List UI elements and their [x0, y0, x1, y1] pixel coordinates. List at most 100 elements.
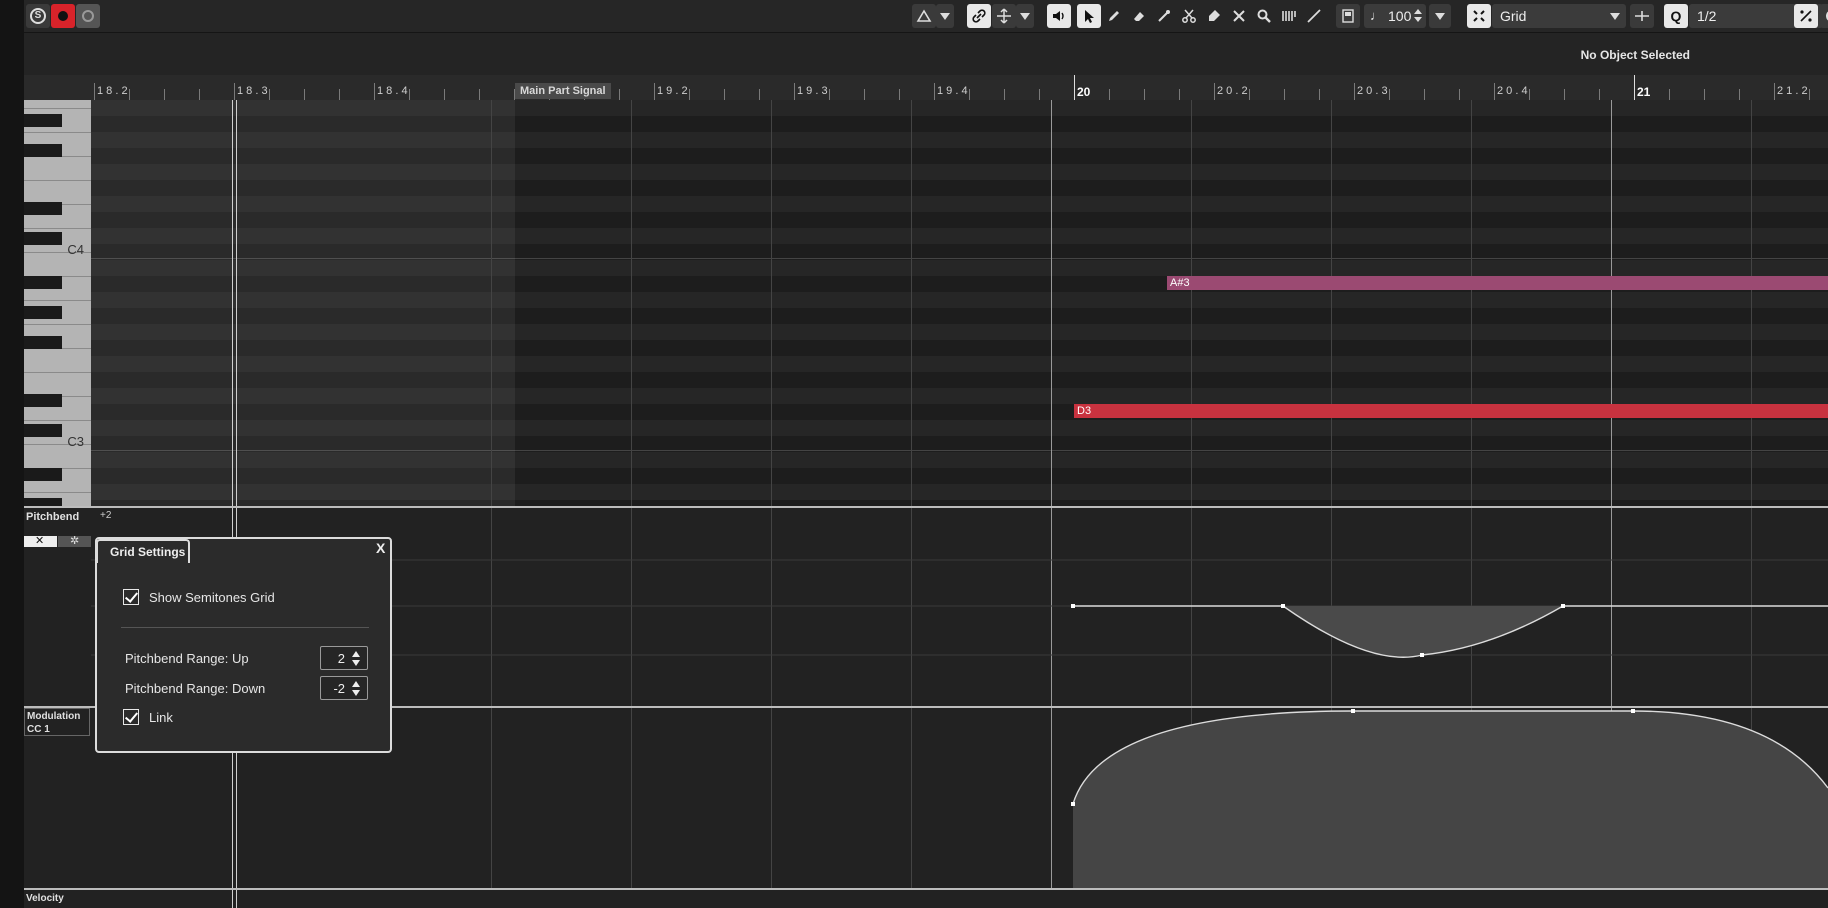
- pitchbend-range-down-stepper[interactable]: -2: [320, 676, 368, 700]
- monitor-icon: [82, 10, 94, 22]
- ruler-major-tick: [1354, 83, 1355, 100]
- note-d3[interactable]: D3: [1074, 404, 1828, 418]
- snap-type-select[interactable]: Grid: [1492, 4, 1626, 28]
- pitchbend-lane-header[interactable]: Pitchbend ✕ ✲: [24, 508, 91, 706]
- move-button[interactable]: [992, 4, 1016, 28]
- velocity-spin-down[interactable]: [1414, 17, 1422, 22]
- black-key[interactable]: [24, 306, 62, 319]
- auto-scroll-button[interactable]: [912, 4, 936, 28]
- ruler-minor-tick: [864, 89, 865, 100]
- note-display[interactable]: A#3 D3: [91, 100, 1828, 506]
- link-button[interactable]: [967, 4, 991, 28]
- ruler-minor-tick: [1739, 89, 1740, 100]
- ruler[interactable]: 1 8 . 2 1 8 . 3 1 8 . 4 1 9 . 2 1 9 . 3 1 9 .…: [24, 75, 1828, 101]
- trim-tool[interactable]: [1152, 4, 1176, 28]
- piano-keyboard[interactable]: C4 C3: [24, 100, 91, 506]
- black-key[interactable]: [24, 276, 62, 289]
- octave-label-c4: C4: [67, 242, 84, 257]
- beat-line: [1611, 100, 1612, 506]
- ruler-tick-label: 2 0 . 4: [1497, 85, 1528, 97]
- solo-button[interactable]: S: [26, 4, 50, 28]
- ruler-minor-tick: [479, 89, 480, 100]
- link-checkbox[interactable]: [123, 709, 139, 725]
- erase-tool[interactable]: [1127, 4, 1151, 28]
- stepper-down-icon[interactable]: [352, 660, 360, 666]
- ruler-major-tick: [1774, 83, 1775, 100]
- ruler-tick-label: 1 8 . 3: [237, 85, 268, 97]
- glue-tool[interactable]: [1202, 4, 1226, 28]
- ruler-major-tick: [1214, 83, 1215, 100]
- black-key[interactable]: [24, 394, 62, 407]
- velocity-lane[interactable]: [91, 890, 1828, 908]
- black-key[interactable]: [24, 202, 62, 215]
- velocity-lane-name: Velocity: [26, 893, 64, 904]
- snap-toggle[interactable]: [1467, 4, 1491, 28]
- black-key[interactable]: [24, 232, 62, 245]
- fraction-icon: [1800, 10, 1812, 22]
- move-dropdown[interactable]: [1016, 4, 1034, 28]
- acoustic-feedback-button[interactable]: [1047, 4, 1071, 28]
- stepper-down-icon[interactable]: [352, 690, 360, 696]
- velocity-spin-up[interactable]: [1414, 9, 1422, 14]
- draw-tool[interactable]: [1102, 4, 1126, 28]
- zoom-tool[interactable]: [1252, 4, 1276, 28]
- info-line: No Object Selected: [24, 33, 1828, 75]
- eraser-icon: [1134, 12, 1144, 21]
- black-key[interactable]: [24, 424, 62, 437]
- quantize-settings-button[interactable]: [1820, 4, 1828, 28]
- grid-settings-dialog: Show Semitones Grid Pitchbend Range: Up …: [95, 537, 392, 753]
- modulation-lane-header[interactable]: Modulation CC 1: [24, 708, 91, 888]
- object-selection-tool[interactable]: [1077, 4, 1101, 28]
- mute-tool[interactable]: [1227, 4, 1251, 28]
- auto-scroll-dropdown[interactable]: [936, 4, 954, 28]
- record-button[interactable]: [51, 4, 75, 28]
- show-part-borders-button[interactable]: [1336, 4, 1360, 28]
- white-key-divider: [24, 300, 91, 301]
- link-icon: [972, 9, 986, 23]
- iterative-quantize-button[interactable]: [1794, 4, 1818, 28]
- white-key-divider: [24, 108, 91, 109]
- playback-cursor[interactable]: [232, 100, 237, 506]
- pitchbend-snap-button[interactable]: ✕: [24, 535, 57, 547]
- color-tool[interactable]: [1277, 4, 1301, 28]
- velocity-dropdown[interactable]: [1429, 4, 1451, 28]
- line-draw-tool[interactable]: [1302, 4, 1326, 28]
- note-a-sharp-3[interactable]: A#3: [1167, 276, 1828, 290]
- monitor-button[interactable]: [76, 4, 100, 28]
- insert-velocity-field[interactable]: ♩ 100: [1364, 4, 1426, 28]
- ruler-major-tick: [1494, 83, 1495, 100]
- show-semitones-grid-checkbox[interactable]: [123, 589, 139, 605]
- note-label: D3: [1077, 405, 1092, 417]
- ruler-minor-tick: [1564, 89, 1565, 100]
- modulation-selector[interactable]: Modulation CC 1: [24, 708, 90, 736]
- stepper-up-icon[interactable]: [352, 651, 360, 657]
- pitchbend-range-up-label: Pitchbend Range: Up: [125, 651, 249, 666]
- draw-icon: [1307, 9, 1321, 23]
- quantize-button[interactable]: Q: [1664, 4, 1688, 28]
- snap-to-zero-crossing[interactable]: [1630, 4, 1654, 28]
- pitchbend-settings-button[interactable]: ✲: [58, 535, 91, 547]
- zero-crossing-icon: [1635, 11, 1649, 21]
- ruler-minor-tick: [1599, 89, 1600, 100]
- black-key[interactable]: [24, 144, 62, 157]
- beat-line: [911, 100, 912, 506]
- beat-line: [491, 100, 492, 506]
- white-key-divider: [24, 492, 91, 493]
- black-key[interactable]: [24, 114, 62, 127]
- beat-line: [1051, 100, 1052, 506]
- close-icon[interactable]: X: [376, 540, 385, 556]
- white-key-divider: [24, 180, 91, 181]
- split-tool[interactable]: [1177, 4, 1201, 28]
- stepper-up-icon[interactable]: [352, 681, 360, 687]
- ruler-minor-tick: [1669, 89, 1670, 100]
- black-key[interactable]: [24, 336, 62, 349]
- ruler-minor-tick: [1809, 89, 1810, 100]
- pitchbend-range-up-stepper[interactable]: 2: [320, 646, 368, 670]
- show-semitones-grid-label: Show Semitones Grid: [149, 590, 275, 605]
- ruler-minor-tick: [1459, 89, 1460, 100]
- glue-icon: [1209, 10, 1220, 21]
- link-label: Link: [149, 710, 173, 725]
- black-key[interactable]: [24, 468, 62, 481]
- velocity-lane-header[interactable]: Velocity: [24, 890, 91, 908]
- black-key[interactable]: [24, 498, 62, 506]
